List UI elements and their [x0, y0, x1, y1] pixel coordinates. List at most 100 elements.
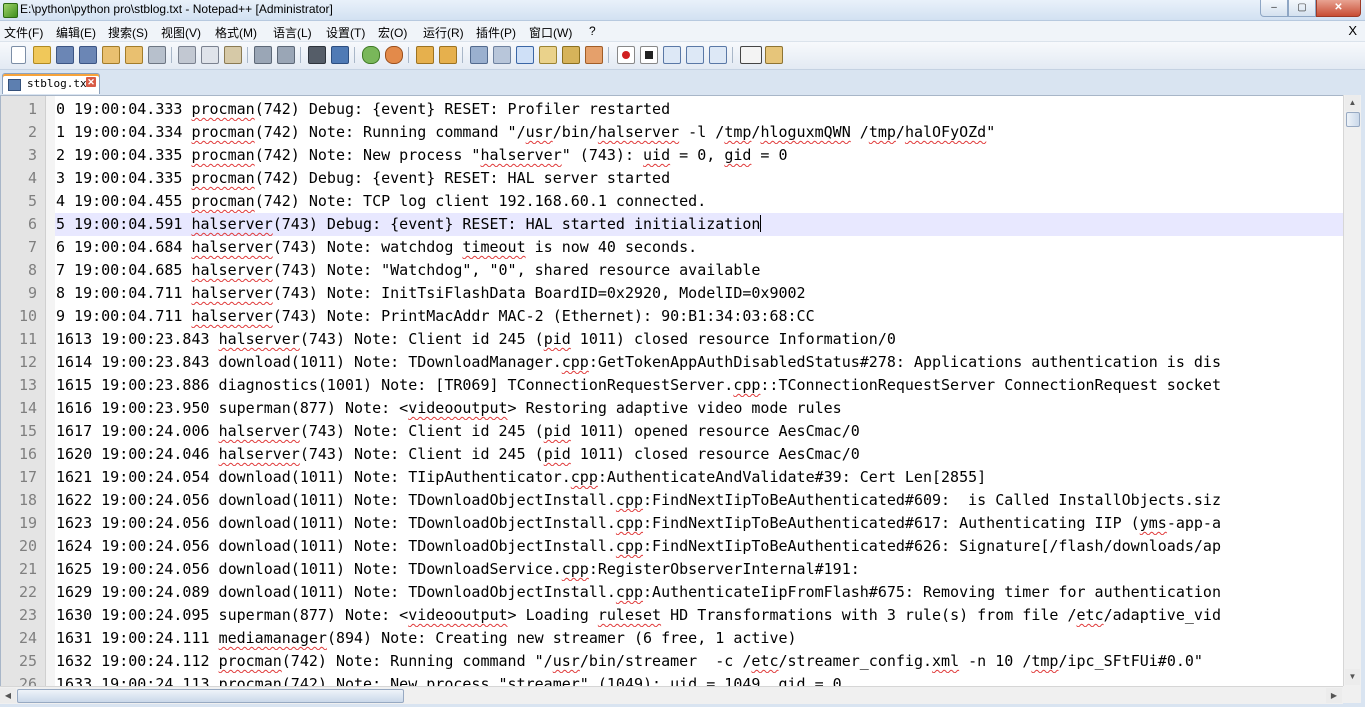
horizontal-scrollbar[interactable]: ◀ ▶ [0, 686, 1343, 704]
text-line[interactable]: 2 1 19:00:04.334 procman(742) Note: Runni… [1, 121, 1344, 144]
scroll-right-button[interactable]: ▶ [1326, 688, 1342, 703]
new-file-icon[interactable] [11, 46, 26, 64]
menu-search[interactable]: 搜索(S) [108, 24, 148, 41]
horizontal-scroll-thumb[interactable] [17, 689, 404, 703]
scroll-down-button[interactable]: ▼ [1345, 669, 1360, 685]
text-line[interactable]: 18 1622 19:00:24.056 download(1011) Note:… [1, 489, 1344, 512]
text-line[interactable]: 15 1617 19:00:24.006 halserver(743) Note:… [1, 420, 1344, 443]
cut-icon[interactable] [178, 46, 196, 64]
text-line[interactable]: 19 1623 19:00:24.056 download(1011) Note:… [1, 512, 1344, 535]
line-text[interactable]: 1621 19:00:24.054 download(1011) Note: T… [55, 466, 1344, 489]
text-line[interactable]: 20 1624 19:00:24.056 download(1011) Note:… [1, 535, 1344, 558]
line-text[interactable]: 1625 19:00:24.056 download(1011) Note: T… [55, 558, 1344, 581]
editor-area[interactable]: 1 0 19:00:04.333 procman(742) Debug: {eve… [0, 95, 1344, 688]
line-text[interactable]: 0 19:00:04.333 procman(742) Debug: {even… [55, 98, 1344, 121]
text-line[interactable]: 22 1629 19:00:24.089 download(1011) Note:… [1, 581, 1344, 604]
line-text[interactable]: 1623 19:00:24.056 download(1011) Note: T… [55, 512, 1344, 535]
record-macro-icon[interactable] [617, 46, 635, 64]
close-icon[interactable] [102, 46, 120, 64]
text-line[interactable]: 9 8 19:00:04.711 halserver(743) Note: Ini… [1, 282, 1344, 305]
text-line[interactable]: 7 6 19:00:04.684 halserver(743) Note: wat… [1, 236, 1344, 259]
save-all-icon[interactable] [79, 46, 97, 64]
line-text[interactable]: 1614 19:00:23.843 download(1011) Note: T… [55, 351, 1344, 374]
menu-format[interactable]: 格式(M) [215, 24, 257, 41]
menu-help[interactable]: ? [589, 24, 596, 38]
line-text[interactable]: 1624 19:00:24.056 download(1011) Note: T… [55, 535, 1344, 558]
open-file-icon[interactable] [33, 46, 51, 64]
text-line[interactable]: 25 1632 19:00:24.112 procman(742) Note: R… [1, 650, 1344, 673]
undo-icon[interactable] [254, 46, 272, 64]
text-line[interactable]: 24 1631 19:00:24.111 mediamanager(894) No… [1, 627, 1344, 650]
line-text[interactable]: 4 19:00:04.455 procman(742) Note: TCP lo… [55, 190, 1344, 213]
vertical-scrollbar[interactable]: ▲ ▼ [1343, 95, 1361, 686]
line-text[interactable]: 1613 19:00:23.843 halserver(743) Note: C… [55, 328, 1344, 351]
indent-guide-icon[interactable] [516, 46, 534, 64]
menu-settings[interactable]: 设置(T) [326, 24, 365, 41]
spell-settings-icon[interactable] [765, 46, 783, 64]
line-text[interactable]: 8 19:00:04.711 halserver(743) Note: Init… [55, 282, 1344, 305]
zoom-in-icon[interactable] [362, 46, 380, 64]
menu-macro[interactable]: 宏(O) [378, 24, 407, 41]
line-text[interactable]: 2 19:00:04.335 procman(742) Note: New pr… [55, 144, 1344, 167]
line-text[interactable]: 1615 19:00:23.886 diagnostics(1001) Note… [55, 374, 1344, 397]
menu-language[interactable]: 语言(L) [273, 24, 312, 41]
text-line[interactable]: 6 5 19:00:04.591 halserver(743) Debug: {e… [1, 213, 1344, 236]
text-line[interactable]: 11 1613 19:00:23.843 halserver(743) Note:… [1, 328, 1344, 351]
function-list-icon[interactable] [562, 46, 580, 64]
show-all-chars-icon[interactable] [493, 46, 511, 64]
text-line[interactable]: 10 9 19:00:04.711 halserver(743) Note: Pr… [1, 305, 1344, 328]
text-line[interactable]: 21 1625 19:00:24.056 download(1011) Note:… [1, 558, 1344, 581]
text-line[interactable]: 17 1621 19:00:24.054 download(1011) Note:… [1, 466, 1344, 489]
line-text[interactable]: 3 19:00:04.335 procman(742) Debug: {even… [55, 167, 1344, 190]
text-line[interactable]: 13 1615 19:00:23.886 diagnostics(1001) No… [1, 374, 1344, 397]
scroll-left-button[interactable]: ◀ [0, 688, 16, 703]
menu-file[interactable]: 文件(F) [4, 24, 43, 41]
line-text[interactable]: 1622 19:00:24.056 download(1011) Note: T… [55, 489, 1344, 512]
copy-icon[interactable] [201, 46, 219, 64]
maximize-button[interactable]: ▢ [1288, 0, 1316, 17]
find-icon[interactable] [308, 46, 326, 64]
save-icon[interactable] [56, 46, 74, 64]
sync-horizontal-icon[interactable] [439, 46, 457, 64]
line-text[interactable]: 1 19:00:04.334 procman(742) Note: Runnin… [55, 121, 1344, 144]
menu-run[interactable]: 运行(R) [423, 24, 464, 41]
zoom-out-icon[interactable] [385, 46, 403, 64]
stop-macro-icon[interactable] [640, 46, 658, 64]
close-all-icon[interactable] [125, 46, 143, 64]
line-text[interactable]: 1630 19:00:24.095 superman(877) Note: <v… [55, 604, 1344, 627]
vertical-scroll-thumb[interactable] [1346, 112, 1360, 127]
line-text[interactable]: 9 19:00:04.711 halserver(743) Note: Prin… [55, 305, 1344, 328]
save-macro-icon[interactable] [709, 46, 727, 64]
minimize-button[interactable]: – [1260, 0, 1288, 17]
print-icon[interactable] [148, 46, 166, 64]
text-line[interactable]: 5 4 19:00:04.455 procman(742) Note: TCP l… [1, 190, 1344, 213]
text-line[interactable]: 3 2 19:00:04.335 procman(742) Note: New p… [1, 144, 1344, 167]
paste-icon[interactable] [224, 46, 242, 64]
text-line[interactable]: 16 1620 19:00:24.046 halserver(743) Note:… [1, 443, 1344, 466]
text-line[interactable]: 1 0 19:00:04.333 procman(742) Debug: {eve… [1, 98, 1344, 121]
sync-vertical-icon[interactable] [416, 46, 434, 64]
line-text[interactable]: 5 19:00:04.591 halserver(743) Debug: {ev… [55, 213, 1344, 236]
menu-plugins[interactable]: 插件(P) [476, 24, 516, 41]
menu-edit[interactable]: 编辑(E) [56, 24, 96, 41]
replace-icon[interactable] [331, 46, 349, 64]
menu-window[interactable]: 窗口(W) [529, 24, 572, 41]
tab-close-button[interactable]: ✕ [86, 77, 96, 87]
tab-stblog[interactable]: stblog.txt ✕ [2, 73, 100, 94]
redo-icon[interactable] [277, 46, 295, 64]
line-text[interactable]: 1632 19:00:24.112 procman(742) Note: Run… [55, 650, 1344, 673]
line-text[interactable]: 7 19:00:04.685 halserver(743) Note: "Wat… [55, 259, 1344, 282]
close-document-button[interactable]: X [1348, 23, 1357, 38]
folder-as-workspace-icon[interactable] [585, 46, 603, 64]
text-line[interactable]: 14 1616 19:00:23.950 superman(877) Note: … [1, 397, 1344, 420]
play-macro-icon[interactable] [663, 46, 681, 64]
text-line[interactable]: 12 1614 19:00:23.843 download(1011) Note:… [1, 351, 1344, 374]
scroll-up-button[interactable]: ▲ [1345, 95, 1360, 111]
spell-check-icon[interactable] [740, 46, 762, 64]
line-text[interactable]: 6 19:00:04.684 halserver(743) Note: watc… [55, 236, 1344, 259]
line-text[interactable]: 1629 19:00:24.089 download(1011) Note: T… [55, 581, 1344, 604]
line-text[interactable]: 1617 19:00:24.006 halserver(743) Note: C… [55, 420, 1344, 443]
close-window-button[interactable]: ✕ [1316, 0, 1361, 17]
text-line[interactable]: 8 7 19:00:04.685 halserver(743) Note: "Wa… [1, 259, 1344, 282]
line-text[interactable]: 1631 19:00:24.111 mediamanager(894) Note… [55, 627, 1344, 650]
